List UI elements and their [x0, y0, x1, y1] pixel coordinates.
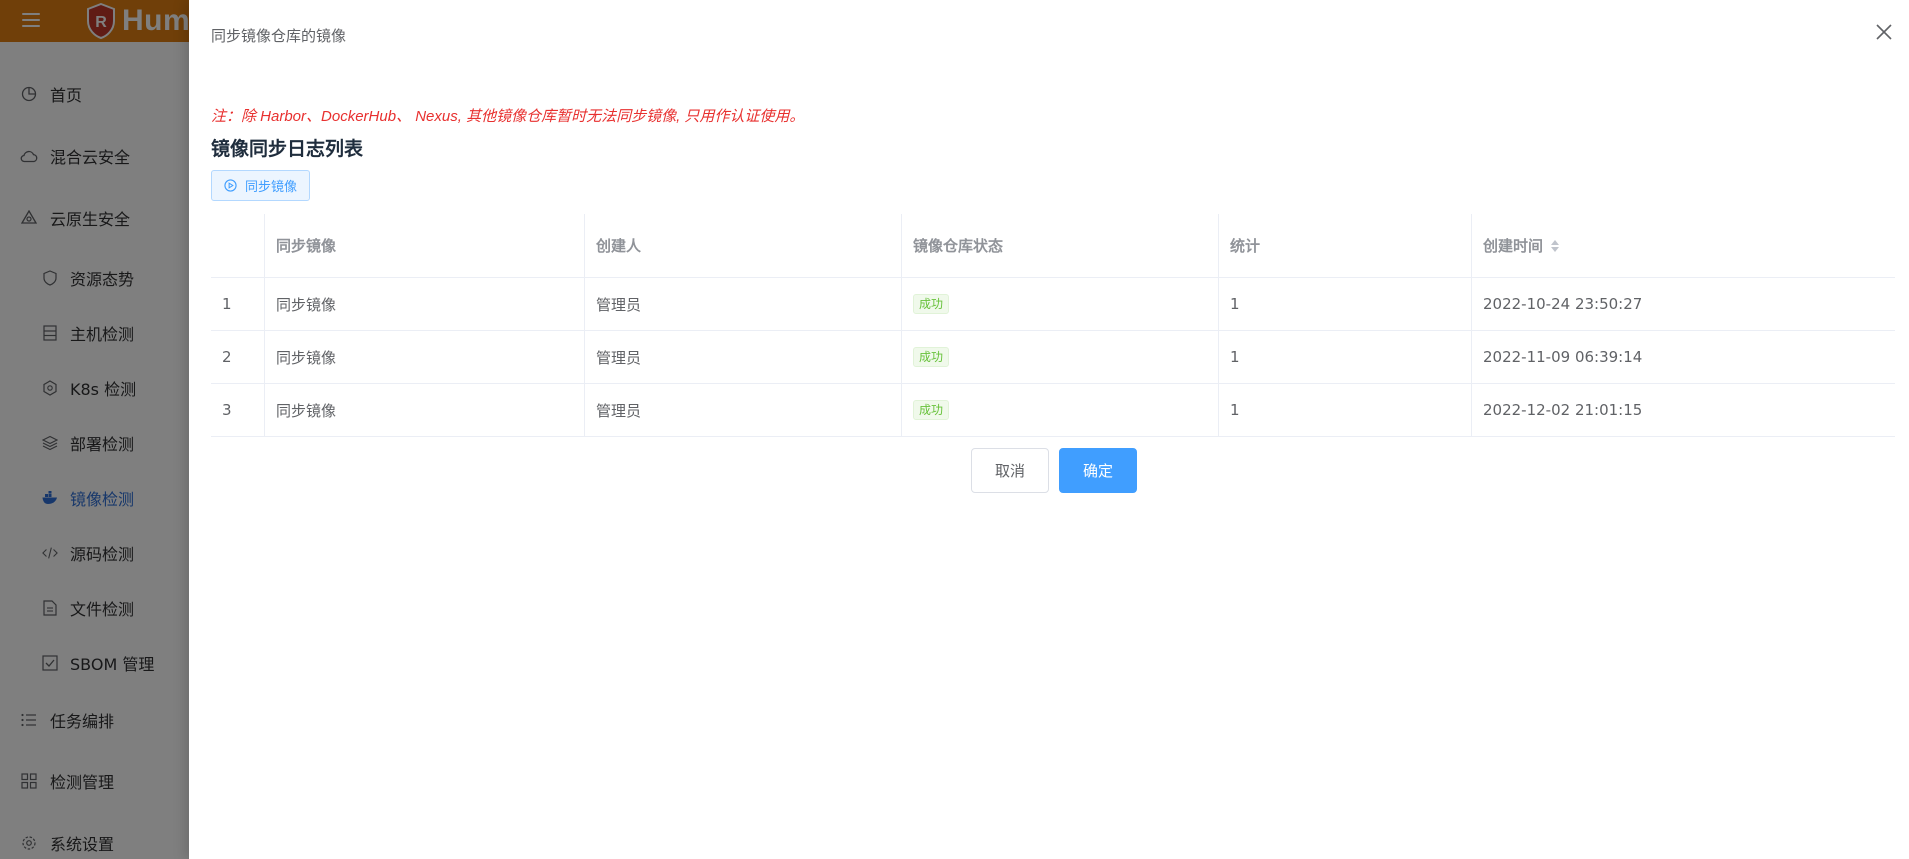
- table-header: 同步镜像 创建人 镜像仓库状态 统计 创建时间: [211, 214, 1895, 278]
- row-status: 成功: [902, 278, 1219, 330]
- row-count: 1: [1219, 278, 1472, 330]
- row-name: 同步镜像: [265, 278, 585, 330]
- confirm-button[interactable]: 确定: [1059, 448, 1137, 493]
- row-count: 1: [1219, 331, 1472, 383]
- header-creator: 创建人: [585, 214, 902, 277]
- header-registry-status: 镜像仓库状态: [902, 214, 1219, 277]
- sync-log-table: 同步镜像 创建人 镜像仓库状态 统计 创建时间 1 同步镜像 管理员 成功 1 …: [211, 214, 1895, 437]
- row-index: 1: [211, 278, 265, 330]
- sync-image-drawer: 同步镜像仓库的镜像 注：除 Harbor、DockerHub、 Nexus, 其…: [189, 0, 1909, 859]
- table-row[interactable]: 1 同步镜像 管理员 成功 1 2022-10-24 23:50:27: [211, 278, 1895, 331]
- section-title: 镜像同步日志列表: [211, 138, 364, 160]
- row-count: 1: [1219, 384, 1472, 436]
- status-badge: 成功: [913, 400, 950, 420]
- cancel-button[interactable]: 取消: [971, 448, 1049, 493]
- close-icon[interactable]: [1875, 23, 1893, 41]
- header-created-time[interactable]: 创建时间: [1472, 214, 1895, 277]
- status-badge: 成功: [913, 294, 950, 314]
- row-created-time: 2022-11-09 06:39:14: [1483, 348, 1643, 366]
- table-row[interactable]: 2 同步镜像 管理员 成功 1 2022-11-09 06:39:14: [211, 331, 1895, 384]
- row-creator: 管理员: [585, 384, 902, 436]
- header-statistics: 统计: [1219, 214, 1472, 277]
- row-creator: 管理员: [585, 331, 902, 383]
- header-sync-image: 同步镜像: [265, 214, 585, 277]
- row-index: 3: [211, 384, 265, 436]
- row-status: 成功: [902, 384, 1219, 436]
- warning-note: 注：除 Harbor、DockerHub、 Nexus, 其他镜像仓库暂时无法同…: [211, 108, 805, 125]
- play-circle-icon: [224, 179, 237, 192]
- header-created-time-label: 创建时间: [1483, 237, 1544, 255]
- drawer-title: 同步镜像仓库的镜像: [211, 27, 347, 45]
- row-created-time: 2022-10-24 23:50:27: [1483, 295, 1643, 313]
- status-badge: 成功: [913, 347, 950, 367]
- row-status: 成功: [902, 331, 1219, 383]
- sync-image-button-label: 同步镜像: [244, 180, 297, 195]
- row-index: 2: [211, 331, 265, 383]
- sync-image-button[interactable]: 同步镜像: [211, 170, 310, 201]
- row-created-time: 2022-12-02 21:01:15: [1483, 401, 1643, 419]
- row-name: 同步镜像: [265, 384, 585, 436]
- table-row[interactable]: 3 同步镜像 管理员 成功 1 2022-12-02 21:01:15: [211, 384, 1895, 437]
- row-creator: 管理员: [585, 278, 902, 330]
- header-index: [211, 214, 265, 277]
- sort-caret-icon[interactable]: [1551, 239, 1560, 252]
- row-name: 同步镜像: [265, 331, 585, 383]
